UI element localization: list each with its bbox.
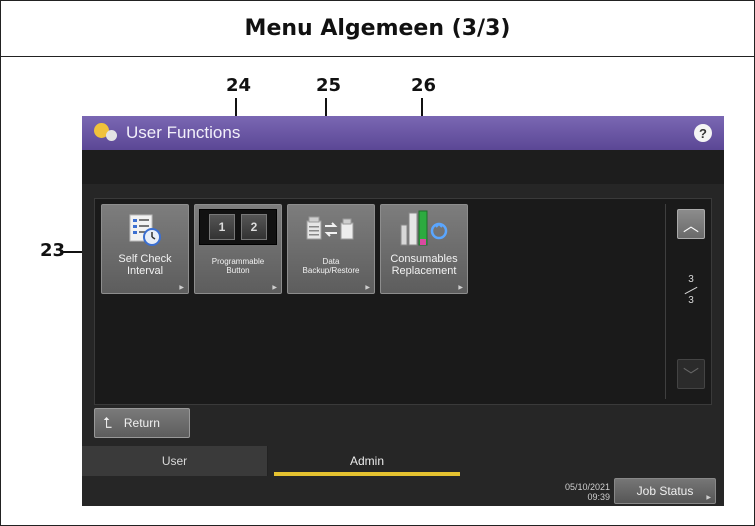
job-status-label: Job Status	[636, 484, 694, 498]
data-backup-restore-button[interactable]: Data Backup/Restore ▶	[287, 204, 375, 294]
document-title: Menu Algemeen (3/3)	[1, 1, 754, 57]
sub-band	[82, 150, 724, 184]
scroll-down-button[interactable]: ﹀	[677, 359, 705, 389]
data-backup-label-2: Backup/Restore	[302, 266, 360, 275]
callout-25: 25	[316, 75, 342, 96]
corner-arrow-icon: ▶	[458, 285, 463, 291]
status-datetime: 05/10/2021 09:39	[522, 482, 610, 502]
job-status-button[interactable]: Job Status ▶	[614, 478, 716, 504]
page-total: 3	[688, 295, 694, 306]
tab-admin-label: Admin	[349, 454, 384, 468]
key-2: 2	[241, 214, 267, 240]
checklist-clock-icon	[129, 214, 161, 246]
consumables-label-1: Consumables	[390, 253, 458, 265]
corner-arrow-icon: ▶	[365, 285, 370, 291]
scroll-up-button[interactable]: ︿	[677, 209, 705, 239]
corner-arrow-icon: ▶	[179, 285, 184, 291]
page-indicator: 3 3	[677, 273, 705, 308]
callout-23: 23	[40, 240, 66, 261]
callout-26: 26	[411, 75, 437, 96]
title-bar: User Functions ?	[82, 116, 724, 150]
return-button[interactable]: ⮤ Return	[94, 408, 190, 438]
chevron-up-icon: ︿	[682, 218, 699, 235]
programmable-keys-icon: 1 2	[199, 209, 277, 245]
programmable-button-button[interactable]: 1 2 Programmable Button ▶	[194, 204, 282, 294]
toner-refresh-icon	[400, 210, 448, 246]
consumables-replacement-button[interactable]: Consumables Replacement ▶	[380, 204, 468, 294]
status-date: 05/10/2021	[564, 482, 610, 492]
tab-user-label: User	[161, 454, 188, 468]
consumables-label-2: Replacement	[391, 265, 457, 277]
tab-admin[interactable]: Admin	[274, 446, 460, 476]
function-panel: Self Check Interval ▶ 1 2 Programmable But…	[94, 198, 712, 405]
corner-arrow-icon: ▶	[706, 495, 711, 501]
callout-24: 24	[226, 75, 252, 96]
programmable-label-2: Button	[226, 266, 250, 275]
status-time: 09:39	[587, 492, 610, 502]
active-tab-underline	[274, 472, 460, 476]
device-screen: User Functions ? Self Check Interval ▶ 1 …	[82, 116, 724, 506]
return-arrow-icon: ⮤	[103, 414, 112, 432]
tab-user[interactable]: User	[82, 446, 268, 476]
window-title: User Functions	[126, 123, 241, 142]
key-1: 1	[209, 214, 235, 240]
self-check-label-2: Interval	[126, 265, 164, 277]
scroll-divider	[665, 204, 666, 399]
self-check-label-1: Self Check	[118, 253, 172, 265]
programmable-label-1: Programmable	[211, 257, 265, 266]
chevron-down-icon: ﹀	[682, 368, 699, 385]
page-current: 3	[688, 274, 694, 285]
data-backup-label-1: Data	[322, 257, 340, 266]
corner-arrow-icon: ▶	[272, 285, 277, 291]
return-label: Return	[123, 416, 160, 430]
self-check-interval-button[interactable]: Self Check Interval ▶	[101, 204, 189, 294]
gears-icon	[94, 123, 118, 143]
help-icon[interactable]: ?	[694, 124, 712, 142]
data-transfer-icon	[306, 216, 354, 240]
